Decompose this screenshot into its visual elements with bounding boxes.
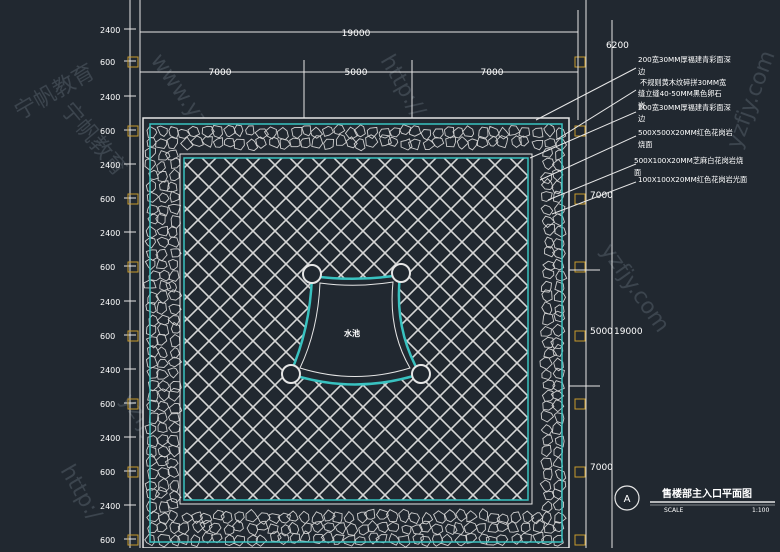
column-marker-right — [575, 535, 585, 545]
drawing-title: 售楼部主入口平面图 — [662, 487, 752, 500]
callout-text: 500X100X20MM芝麻白花岗岩烧 — [634, 156, 743, 165]
callout-text: 200宽30MM厚福建青彩面深 — [638, 55, 731, 64]
watermark-text: http:// — [375, 51, 431, 122]
left-dim-label: 2400 — [100, 502, 120, 511]
pool-label: 水池 — [343, 328, 360, 338]
column-marker-right — [575, 467, 585, 477]
pool-pillar-sw — [282, 365, 300, 383]
dim-right-middle: 5000 — [590, 327, 613, 337]
dim-right: 7000 — [481, 68, 504, 78]
watermark-text: yzfjy.com — [595, 239, 674, 337]
dim-right-top: 6200 — [606, 41, 629, 51]
callout-text: 100X100X20MM红色花岗岩光面 — [638, 175, 747, 184]
scale-label: SCALE — [664, 507, 683, 514]
left-dim-label: 600 — [100, 400, 115, 409]
column-marker-right — [575, 57, 585, 67]
left-dim-label: 2400 — [100, 229, 120, 238]
callout-text: 烧面 — [638, 140, 652, 149]
callout-text: 缝立缝40-50MM黑色卵石 — [638, 89, 722, 98]
callout-text: 边 — [638, 67, 645, 76]
left-dim-label: 600 — [100, 468, 115, 477]
left-dim-label: 600 — [100, 58, 115, 67]
left-dim-label: 600 — [100, 332, 115, 341]
callout-text: 边 — [638, 114, 645, 123]
callout-text: 200宽30MM厚福建青彩面深 — [638, 103, 731, 112]
dim-right-total: 19000 — [614, 327, 643, 337]
scale-value: 1:100 — [752, 507, 769, 514]
plan-canvas: www.yzfjy.comhttp://yzfjy.com宁帆教育宁帆教育htt… — [0, 0, 780, 548]
pool-pillar-ne — [392, 264, 410, 282]
section-letter: A — [624, 494, 631, 505]
left-dim-label: 2400 — [100, 93, 120, 102]
left-dim-label: 2400 — [100, 298, 120, 307]
dim-overall: 19000 — [342, 29, 371, 39]
pool-pillar-se — [412, 365, 430, 383]
column-marker-right — [575, 399, 585, 409]
column-marker-right — [575, 331, 585, 341]
dim-middle: 5000 — [345, 68, 368, 78]
left-dim-label: 2400 — [100, 26, 120, 35]
left-dim-label: 600 — [100, 127, 115, 136]
left-dim-label: 2400 — [100, 434, 120, 443]
left-dim-label: 600 — [100, 263, 115, 272]
cad-drawing: www.yzfjy.comhttp://yzfjy.com宁帆教育宁帆教育htt… — [0, 0, 780, 548]
pool-pillar-nw — [303, 265, 321, 283]
dim-right-lower: 7000 — [590, 463, 613, 473]
callout-text: 500X500X20MM红色花岗岩 — [638, 128, 733, 137]
left-dim-label: 600 — [100, 195, 115, 204]
watermark-text: http:/ — [55, 461, 107, 526]
callout-text: 不规则黄木纹碎拼30MM宽 — [640, 78, 726, 87]
title-block: A 售楼部主入口平面图 SCALE 1:100 — [615, 486, 775, 514]
left-dim-label: 2400 — [100, 366, 120, 375]
left-dim-label: 2400 — [100, 161, 120, 170]
left-dim-label: 600 — [100, 536, 115, 545]
dim-left: 7000 — [209, 68, 232, 78]
